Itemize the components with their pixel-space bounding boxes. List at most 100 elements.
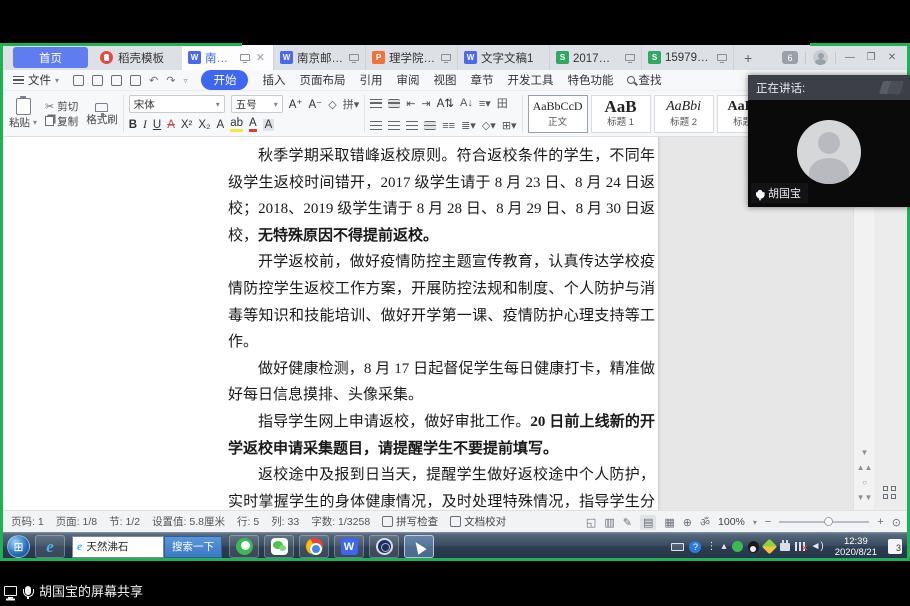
file-menu[interactable]: 文件 ▾ xyxy=(13,72,59,88)
taskbar-wechat[interactable] xyxy=(264,535,294,558)
taskbar-chrome[interactable] xyxy=(299,535,329,558)
menu-tab-review[interactable]: 审阅 xyxy=(396,72,419,88)
bullet-list-icon[interactable] xyxy=(370,99,382,108)
tab-home[interactable]: 首页 xyxy=(13,47,88,68)
chevron-down-icon[interactable]: ▿ xyxy=(183,76,187,85)
fullscreen-view-icon[interactable]: ◱ xyxy=(586,516,596,529)
app-grid-icon[interactable] xyxy=(883,486,897,500)
menu-tab-section[interactable]: 章节 xyxy=(470,72,493,88)
web-view-icon[interactable]: ⊕ xyxy=(683,516,692,529)
chevron-down-icon[interactable]: ▾ xyxy=(753,518,757,527)
save-icon[interactable] xyxy=(73,75,84,86)
underline-button[interactable]: U xyxy=(153,119,161,131)
document-proofing-button[interactable]: 文档校对 xyxy=(450,514,506,529)
highlight-color-button[interactable]: ab xyxy=(230,117,243,132)
format-painter-button[interactable]: 格式刷 xyxy=(86,98,118,129)
taskbar-meeting-app[interactable] xyxy=(404,535,434,558)
spell-check-button[interactable]: 拼写检查 xyxy=(382,514,438,529)
style-heading2[interactable]: AaBbi 标题 2 xyxy=(654,95,714,133)
search-go-button[interactable]: 搜索一下 xyxy=(164,536,222,558)
char-border-button[interactable]: A xyxy=(217,119,225,131)
menu-tab-page-layout[interactable]: 页面布局 xyxy=(299,72,345,88)
close-tab-icon[interactable]: ✕ xyxy=(254,51,267,64)
undo-icon[interactable]: ↶ xyxy=(149,74,158,87)
taskbar-search[interactable]: e 天然沸石 搜索一下 xyxy=(72,536,222,558)
taskbar-wps[interactable]: W xyxy=(334,535,364,558)
print-preview-icon[interactable] xyxy=(130,75,141,86)
fit-page-icon[interactable]: ⊙ xyxy=(892,516,901,529)
tray-mini-icon[interactable]: ⋮ xyxy=(706,542,716,552)
doc-tab-5[interactable]: S 2017级研究生 xyxy=(550,45,642,70)
find-button[interactable]: 查找 xyxy=(627,72,661,88)
doc-tab-6[interactable]: S 1597982919 xyxy=(642,45,734,70)
outline-view-icon[interactable]: ▦ xyxy=(664,516,674,529)
doc-tab-3[interactable]: P 理学院17级开 xyxy=(366,45,458,70)
notification-icon[interactable]: 3 xyxy=(888,539,902,554)
keyboard-icon[interactable] xyxy=(671,543,684,551)
doc-tab-2[interactable]: W 南京邮电大学 xyxy=(274,45,366,70)
font-size-select[interactable]: 五号▾ xyxy=(231,95,283,113)
shading-icon[interactable]: ◇▾ xyxy=(482,119,496,132)
paste-button[interactable]: 粘贴▾ xyxy=(9,96,37,132)
redo-icon[interactable]: ↷ xyxy=(166,74,175,87)
clear-format-icon[interactable]: ◇ xyxy=(328,98,336,111)
meeting-speaker-overlay[interactable]: 正在讲话: 胡国宝 xyxy=(748,75,910,207)
pinyin-guide-icon[interactable]: 拼▾ xyxy=(343,96,360,112)
font-color-button[interactable]: A xyxy=(249,117,257,132)
subscript-button[interactable]: X₂ xyxy=(198,119,210,131)
export-icon[interactable] xyxy=(92,75,103,86)
user-avatar[interactable] xyxy=(813,50,828,65)
zoom-in-button[interactable]: + xyxy=(877,516,883,528)
increase-font-button[interactable]: A⁺ xyxy=(289,97,303,111)
new-tab-button[interactable]: + xyxy=(734,45,762,70)
minimize-button[interactable]: — xyxy=(843,52,857,63)
menu-tab-dev-tools[interactable]: 开发工具 xyxy=(507,72,553,88)
scroll-down-icon[interactable]: ▼ xyxy=(861,448,869,457)
print-icon[interactable] xyxy=(111,75,122,86)
sort-icon[interactable]: A↓ xyxy=(460,97,473,109)
tab-docer[interactable]: 稻壳模板 xyxy=(92,45,172,70)
menu-tab-references[interactable]: 引用 xyxy=(359,72,382,88)
volume-icon[interactable]: ◄) xyxy=(811,542,824,552)
document-text[interactable]: 秋季学期采取错峰返校原则。符合返校条件的学生，不同年级学生返校时间错开，2017… xyxy=(228,143,655,510)
doc-tab-1[interactable]: W 南京邮电大学 ✕ xyxy=(182,45,274,70)
qq-icon[interactable] xyxy=(748,541,759,553)
ink-tool-icon[interactable]: ✎ xyxy=(623,516,632,529)
line-spacing-icon[interactable]: ≣▾ xyxy=(461,119,476,132)
strikethrough-button[interactable]: A xyxy=(167,119,175,131)
superscript-button[interactable]: X² xyxy=(181,119,193,131)
menu-tab-view[interactable]: 视图 xyxy=(433,72,456,88)
distribute-icon[interactable]: ≡≡ xyxy=(442,120,455,132)
tray-360-icon[interactable] xyxy=(732,541,743,552)
message-count-badge[interactable]: 6 xyxy=(782,51,798,64)
decrease-indent-icon[interactable]: ⇤ xyxy=(406,97,415,110)
style-normal[interactable]: AaBbCcD 正文 xyxy=(528,95,588,133)
insert-table-icon[interactable]: 田 xyxy=(497,95,508,111)
borders-icon[interactable]: ⊞▾ xyxy=(502,119,517,132)
previous-page-icon[interactable]: ▲▲ xyxy=(857,463,873,472)
overlay-header[interactable]: 正在讲话: xyxy=(748,75,910,100)
bold-button[interactable]: B xyxy=(129,119,137,131)
next-page-icon[interactable]: ▼▼ xyxy=(857,493,873,502)
zoom-slider-knob[interactable] xyxy=(824,517,833,526)
tray-clock[interactable]: 12:39 2020/8/21 xyxy=(829,536,883,558)
input-method-icon[interactable]: ? xyxy=(689,541,701,553)
power-plug-icon[interactable] xyxy=(780,543,790,551)
security-shield-icon[interactable] xyxy=(761,539,777,555)
zoom-slider[interactable] xyxy=(779,521,869,523)
char-scale-icon[interactable]: A⇅ xyxy=(437,96,454,110)
document-page[interactable]: 秋季学期采取错峰返校原则。符合返校条件的学生，不同年级学生返校时间错开，2017… xyxy=(3,137,658,510)
font-name-select[interactable]: 宋体▾ xyxy=(129,95,225,113)
zoom-level[interactable]: 100% xyxy=(718,516,745,528)
increase-indent-icon[interactable]: ⇥ xyxy=(421,97,430,110)
doc-tab-4[interactable]: W 文字文稿1 xyxy=(458,45,550,70)
overlay-video-area[interactable]: 胡国宝 xyxy=(748,100,910,207)
decrease-font-button[interactable]: A⁻ xyxy=(308,97,322,111)
numbered-list-icon[interactable] xyxy=(388,99,400,108)
network-disconnected-icon[interactable]: ✕ xyxy=(795,542,806,551)
close-button[interactable]: ✕ xyxy=(885,52,899,63)
menu-tab-home[interactable]: 开始 xyxy=(201,70,248,90)
menu-tab-special-features[interactable]: 特色功能 xyxy=(567,72,613,88)
cut-button[interactable]: 剪切 xyxy=(45,99,78,114)
taskbar-360-browser[interactable] xyxy=(229,535,259,558)
